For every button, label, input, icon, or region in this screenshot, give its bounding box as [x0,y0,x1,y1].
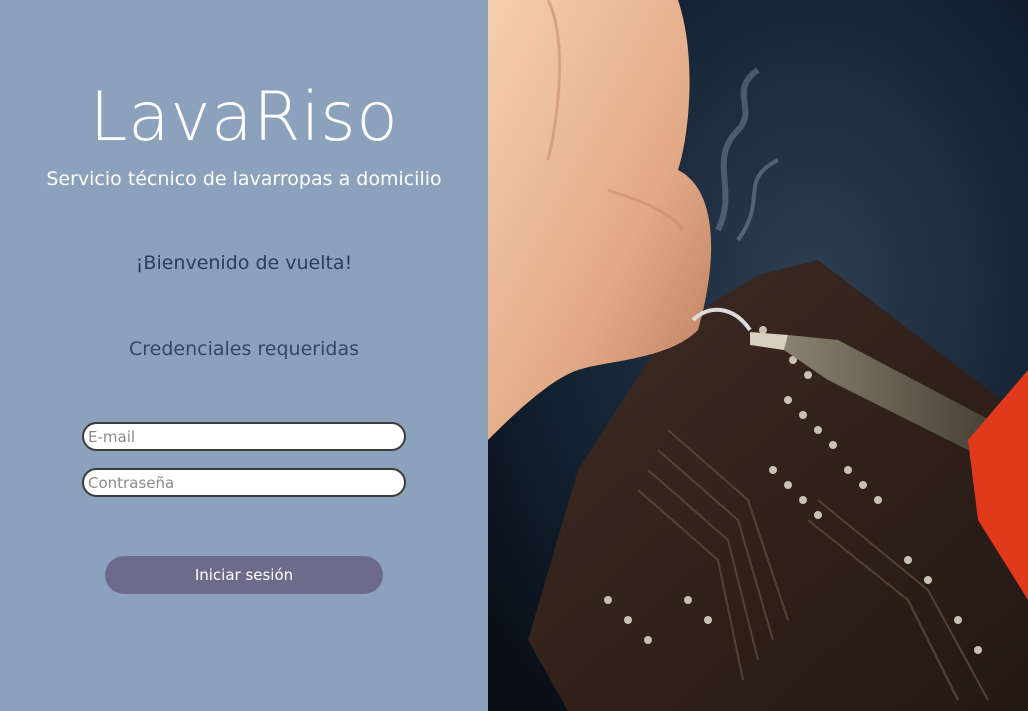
credentials-heading: Credenciales requeridas [129,338,359,360]
login-panel: LavaRiso Servicio técnico de lavarropas … [0,0,488,711]
soldering-circuit-board-illustration [488,0,1028,711]
brand-tagline: Servicio técnico de lavarropas a domicil… [46,168,442,190]
email-input[interactable] [82,422,406,451]
welcome-heading: ¡Bienvenido de vuelta! [135,252,353,274]
login-page: LavaRiso Servicio técnico de lavarropas … [0,0,1028,711]
login-button[interactable]: Iniciar sesión [105,556,383,594]
brand-logo-text: LavaRiso [89,78,399,157]
hero-image [488,0,1028,711]
password-input[interactable] [82,468,406,497]
